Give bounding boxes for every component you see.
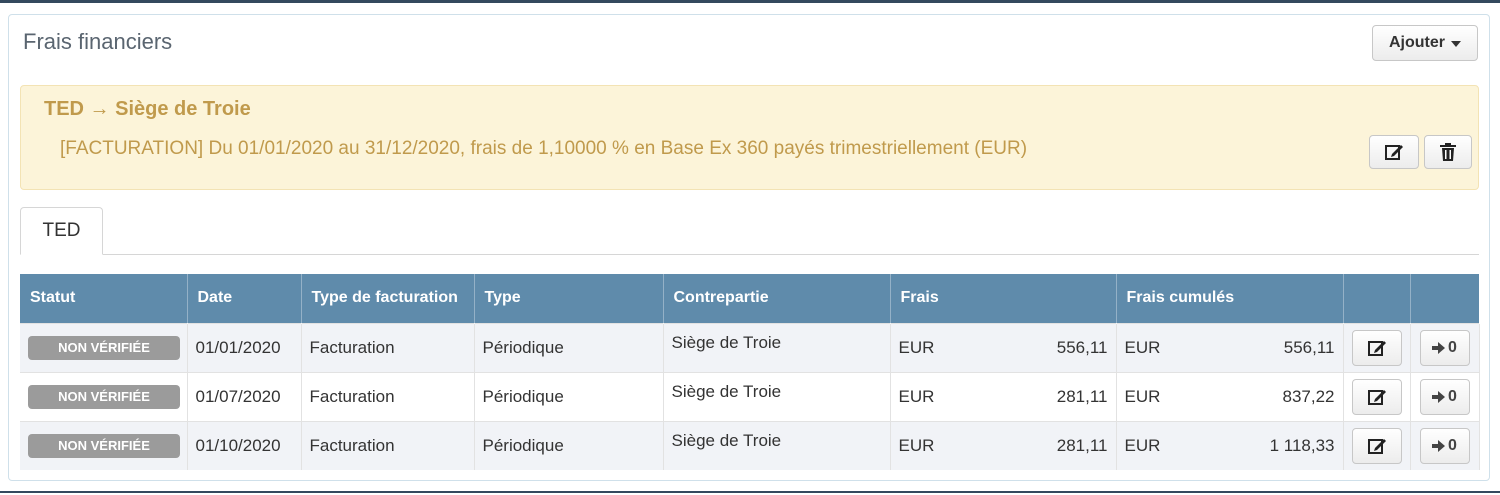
cumulative-currency: EUR xyxy=(1124,435,1161,455)
date-cell: 01/10/2020 xyxy=(187,420,302,470)
edit-icon xyxy=(1367,389,1386,405)
fee-amount: 281,11 xyxy=(1056,435,1108,455)
alert-text: [FACTURATION] Du 01/01/2020 au 31/12/202… xyxy=(60,138,1028,159)
fee-rule-alert: TED → Siège de Troie [FACTURATION] Du 01… xyxy=(20,85,1479,190)
alert-title: TED → Siège de Troie xyxy=(44,98,251,120)
edit-row-button[interactable] xyxy=(1351,329,1402,366)
counterparty-cell: Siège de Troie xyxy=(671,332,782,352)
action-count: 0 xyxy=(1448,387,1457,405)
date-cell: 01/01/2020 xyxy=(187,322,302,372)
add-button[interactable]: Ajouter xyxy=(1372,25,1478,61)
table-row: NON VÉRIFIÉE 01/01/2020 Facturation Péri… xyxy=(20,322,1480,372)
edit-row-button[interactable] xyxy=(1351,378,1402,415)
add-button-label: Ajouter xyxy=(1389,34,1445,51)
status-badge: NON VÉRIFIÉE xyxy=(28,384,180,409)
status-badge: NON VÉRIFIÉE xyxy=(28,433,180,458)
header-type[interactable]: Type xyxy=(474,274,664,323)
fee-amount: 556,11 xyxy=(1056,337,1108,357)
billing-type-cell: Facturation xyxy=(301,371,475,421)
fee-currency: EUR xyxy=(898,435,935,455)
cumulative-amount: 1 118,33 xyxy=(1269,435,1335,455)
type-cell: Périodique xyxy=(474,371,664,421)
edit-icon xyxy=(1385,145,1403,160)
row-action-button[interactable]: 0 xyxy=(1419,427,1470,464)
counterparty-cell: Siège de Troie xyxy=(671,381,782,401)
billing-type-cell: Facturation xyxy=(301,420,475,470)
arrow-right-icon xyxy=(1432,341,1446,354)
fees-table: Statut Date Type de facturation Type Con… xyxy=(20,274,1480,470)
billing-type-cell: Facturation xyxy=(301,322,475,372)
counterparty-cell: Siège de Troie xyxy=(671,430,782,450)
cumulative-currency: EUR xyxy=(1124,386,1161,406)
status-badge: NON VÉRIFIÉE xyxy=(28,335,180,360)
table-row: NON VÉRIFIÉE 01/07/2020 Facturation Péri… xyxy=(20,371,1480,421)
header-date[interactable]: Date xyxy=(187,274,302,323)
trash-icon xyxy=(1440,143,1456,161)
arrow-right-icon xyxy=(1432,390,1446,403)
cumulative-currency: EUR xyxy=(1124,337,1161,357)
fee-currency: EUR xyxy=(898,386,935,406)
fee-currency: EUR xyxy=(898,337,935,357)
top-border xyxy=(0,0,1500,3)
date-cell: 01/07/2020 xyxy=(187,371,302,421)
type-cell: Périodique xyxy=(474,420,664,470)
type-cell: Périodique xyxy=(474,322,664,372)
action-count: 0 xyxy=(1448,436,1457,454)
edit-rule-button[interactable] xyxy=(1369,135,1419,169)
table-header-row: Statut Date Type de facturation Type Con… xyxy=(20,274,1480,323)
delete-rule-button[interactable] xyxy=(1424,135,1472,169)
arrow-right-icon xyxy=(1432,439,1446,452)
financial-fees-panel: Frais financiers Ajouter TED → Siège de … xyxy=(8,14,1490,481)
bottom-border xyxy=(0,491,1500,493)
header-fees[interactable]: Frais xyxy=(890,274,1117,323)
header-edit xyxy=(1343,274,1411,323)
tab-bar: TED xyxy=(20,207,1479,255)
fee-amount: 281,11 xyxy=(1056,386,1108,406)
header-status[interactable]: Statut xyxy=(20,274,188,323)
header-action xyxy=(1410,274,1480,323)
header-billing-type[interactable]: Type de facturation xyxy=(301,274,475,323)
table-row: NON VÉRIFIÉE 01/10/2020 Facturation Péri… xyxy=(20,420,1480,470)
row-action-button[interactable]: 0 xyxy=(1419,329,1470,366)
panel-title: Frais financiers xyxy=(23,29,173,54)
header-cumulative-fees[interactable]: Frais cumulés xyxy=(1116,274,1344,323)
edit-icon xyxy=(1367,438,1386,454)
action-count: 0 xyxy=(1448,338,1457,356)
caret-down-icon xyxy=(1451,41,1461,47)
cumulative-amount: 837,22 xyxy=(1282,386,1335,406)
cumulative-amount: 556,11 xyxy=(1283,337,1335,357)
edit-icon xyxy=(1367,340,1386,356)
row-action-button[interactable]: 0 xyxy=(1419,378,1470,415)
tab-ted[interactable]: TED xyxy=(20,207,103,255)
header-counterparty[interactable]: Contrepartie xyxy=(663,274,891,323)
edit-row-button[interactable] xyxy=(1351,427,1402,464)
